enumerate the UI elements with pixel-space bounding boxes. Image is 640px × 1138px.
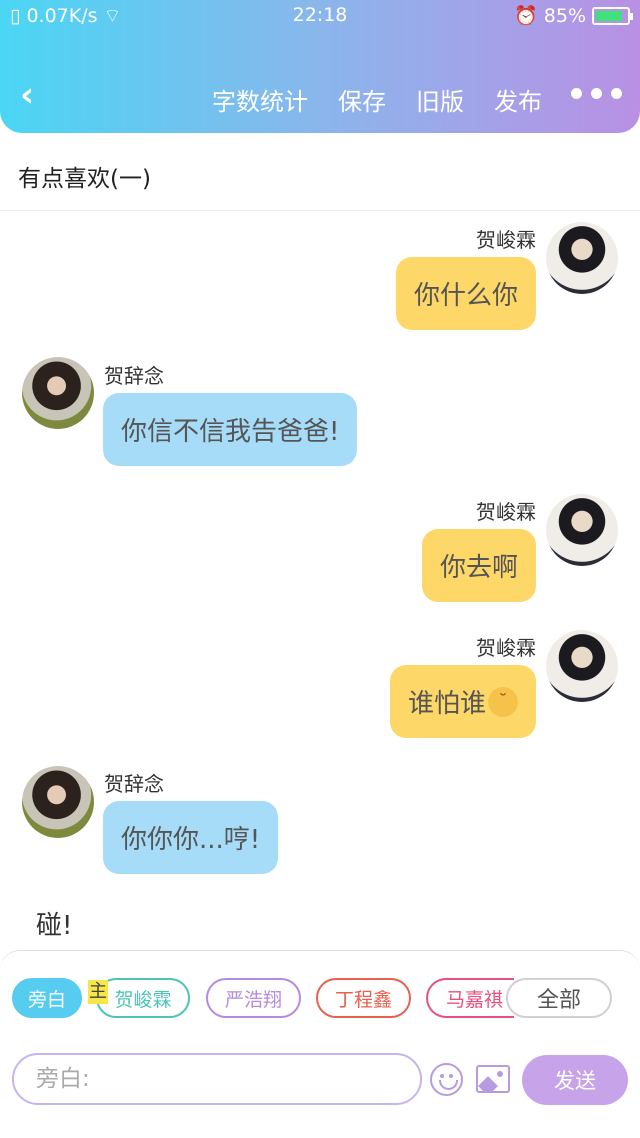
smiley-icon[interactable] <box>430 1063 463 1096</box>
story-title-bar: 有点喜欢(一) <box>0 133 640 211</box>
role-chip-yan-haoxiang[interactable]: 严浩翔 <box>206 978 301 1018</box>
avatar[interactable] <box>546 222 618 294</box>
message-bubble[interactable]: 你你你...哼! <box>103 801 279 874</box>
role-chip-narrator[interactable]: 旁白 <box>12 978 82 1018</box>
header-bar: ▯ 0.07K/s ⌔ 22:18 ⏰ 85% ‹ 字数统计 保存 旧版 发布 <box>0 0 640 133</box>
back-icon[interactable]: ‹ <box>20 78 34 112</box>
word-count-button[interactable]: 字数统计 <box>212 82 308 117</box>
message-bubble[interactable]: 谁怕谁 ˘ <box>389 665 536 738</box>
narration-text[interactable]: 碰! <box>36 905 72 942</box>
role-chip-he-junlin[interactable]: 贺峻霖 <box>96 978 190 1018</box>
main-role-mark: 主 <box>88 980 108 1004</box>
message-bubble[interactable]: 你去啊 <box>421 529 536 602</box>
speaker-name: 贺辞念 <box>104 364 164 388</box>
story-title[interactable]: 有点喜欢(一) <box>18 159 151 193</box>
speaker-name: 贺峻霖 <box>476 228 536 252</box>
message-text: 谁怕谁 <box>407 689 486 719</box>
avatar[interactable] <box>546 630 618 702</box>
battery-percent: 85% <box>543 4 586 27</box>
message-bubble[interactable]: 你什么你 <box>395 257 536 330</box>
save-button[interactable]: 保存 <box>338 82 386 117</box>
nav-actions: 字数统计 保存 旧版 发布 <box>212 82 542 117</box>
role-chip-ding-chengxin[interactable]: 丁程鑫 <box>316 978 411 1018</box>
nav-bar: ‹ 字数统计 保存 旧版 发布 <box>0 78 640 118</box>
speaker-name: 贺辞念 <box>104 772 164 796</box>
publish-button[interactable]: 发布 <box>494 82 542 117</box>
image-icon[interactable] <box>476 1065 510 1093</box>
message-bubble[interactable]: 你信不信我告爸爸! <box>103 393 358 466</box>
role-chip-ma-jiaqi[interactable]: 马嘉祺 <box>426 978 514 1018</box>
speaker-name: 贺峻霖 <box>476 636 536 660</box>
battery-fill <box>596 10 622 21</box>
avatar[interactable] <box>22 357 94 429</box>
battery-icon <box>592 6 633 25</box>
old-version-button[interactable]: 旧版 <box>416 82 464 117</box>
alarm-icon: ⏰ <box>514 5 538 27</box>
avatar[interactable] <box>22 766 94 838</box>
speaker-name: 贺峻霖 <box>476 500 536 524</box>
status-bar: ▯ 0.07K/s ⌔ 22:18 ⏰ 85% <box>0 4 640 32</box>
unamused-face-icon: ˘ <box>488 686 518 717</box>
message-input[interactable]: 旁白: <box>12 1053 422 1105</box>
avatar[interactable] <box>546 494 618 566</box>
more-dots-icon[interactable] <box>571 88 622 99</box>
all-roles-button[interactable]: 全部 <box>506 978 612 1018</box>
send-button[interactable]: 发送 <box>522 1055 628 1105</box>
